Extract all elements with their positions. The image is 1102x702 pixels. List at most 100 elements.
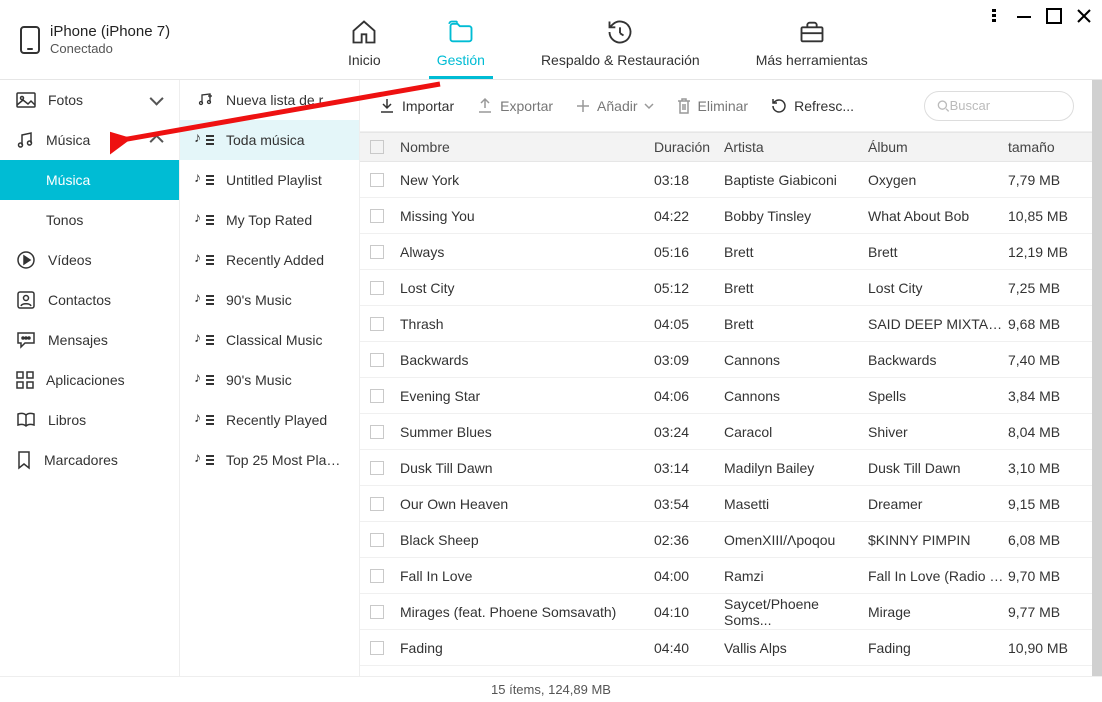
cell-nombre: Evening Star bbox=[396, 388, 654, 404]
row-checkbox[interactable] bbox=[370, 317, 384, 331]
row-checkbox[interactable] bbox=[370, 281, 384, 295]
playlist-item[interactable]: Classical Music bbox=[180, 320, 359, 360]
import-button[interactable]: Importar bbox=[378, 97, 454, 115]
playlist-item[interactable]: Top 25 Most Play... bbox=[180, 440, 359, 480]
table-row[interactable]: Missing You04:22Bobby TinsleyWhat About … bbox=[360, 198, 1092, 234]
tab-herramientas[interactable]: Más herramientas bbox=[748, 0, 876, 79]
delete-button[interactable]: Eliminar bbox=[676, 97, 749, 115]
cell-artista: Caracol bbox=[724, 424, 868, 440]
cell-nombre: Mirages (feat. Phoene Somsavath) bbox=[396, 604, 654, 620]
search-icon bbox=[937, 99, 950, 113]
playlist-item[interactable]: 90's Music bbox=[180, 360, 359, 400]
playlist-item[interactable]: Toda música bbox=[180, 120, 359, 160]
table-row[interactable]: Evening Star04:06CannonsSpells3,84 MB bbox=[360, 378, 1092, 414]
row-checkbox[interactable] bbox=[370, 353, 384, 367]
sidebar-sub-musica[interactable]: Música bbox=[0, 160, 179, 200]
cell-album: Brett bbox=[868, 244, 1008, 260]
row-checkbox[interactable] bbox=[370, 569, 384, 583]
row-checkbox[interactable] bbox=[370, 605, 384, 619]
cell-album: Mirage bbox=[868, 604, 1008, 620]
playlist-item[interactable]: Untitled Playlist bbox=[180, 160, 359, 200]
sidebar-item-libros[interactable]: Libros bbox=[0, 400, 179, 440]
tab-respaldo[interactable]: Respaldo & Restauración bbox=[533, 0, 708, 79]
cell-album: Backwards bbox=[868, 352, 1008, 368]
column-duracion[interactable]: Duración bbox=[654, 139, 724, 155]
cell-tamano: 9,68 MB bbox=[1008, 316, 1082, 332]
close-button[interactable] bbox=[1076, 8, 1092, 24]
tab-inicio[interactable]: Inicio bbox=[340, 0, 389, 79]
playlist-item[interactable]: Recently Added bbox=[180, 240, 359, 280]
cell-duracion: 03:09 bbox=[654, 352, 724, 368]
scrollbar[interactable] bbox=[1092, 80, 1102, 676]
cell-album: What About Bob bbox=[868, 208, 1008, 224]
table-row[interactable]: Black Sheep02:36OmenXIII/Λpoqou$KINNY PI… bbox=[360, 522, 1092, 558]
table-row[interactable]: Dusk Till Dawn03:14Madilyn BaileyDusk Ti… bbox=[360, 450, 1092, 486]
add-button[interactable]: Añadir bbox=[575, 98, 653, 114]
table-row[interactable]: Fall In Love04:00RamziFall In Love (Radi… bbox=[360, 558, 1092, 594]
sidebar-item-aplicaciones[interactable]: Aplicaciones bbox=[0, 360, 179, 400]
cell-duracion: 04:00 bbox=[654, 568, 724, 584]
cell-tamano: 9,77 MB bbox=[1008, 604, 1082, 620]
sidebar-item-contactos[interactable]: Contactos bbox=[0, 280, 179, 320]
table-row[interactable]: New York03:18Baptiste GiabiconiOxygen7,7… bbox=[360, 162, 1092, 198]
select-all-checkbox[interactable] bbox=[370, 140, 384, 154]
sidebar-item-fotos[interactable]: Fotos bbox=[0, 80, 179, 120]
sidebar-item-marcadores[interactable]: Marcadores bbox=[0, 440, 179, 480]
row-checkbox[interactable] bbox=[370, 245, 384, 259]
photos-icon bbox=[16, 92, 36, 108]
cell-tamano: 9,15 MB bbox=[1008, 496, 1082, 512]
videos-icon bbox=[16, 250, 36, 270]
row-checkbox[interactable] bbox=[370, 533, 384, 547]
row-checkbox[interactable] bbox=[370, 497, 384, 511]
search-input[interactable] bbox=[924, 91, 1074, 121]
cell-nombre: Summer Blues bbox=[396, 424, 654, 440]
sidebar-item-musica[interactable]: Música bbox=[0, 120, 179, 160]
export-button[interactable]: Exportar bbox=[476, 97, 553, 115]
playlist-item[interactable]: Nueva lista de repro... bbox=[180, 80, 359, 120]
sidebar-sub-tonos[interactable]: Tonos bbox=[0, 200, 179, 240]
tab-gestion[interactable]: Gestión bbox=[429, 0, 493, 79]
table-row[interactable]: Thrash04:05BrettSAID DEEP MIXTAPE...9,68… bbox=[360, 306, 1092, 342]
table-row[interactable]: Backwards03:09CannonsBackwards7,40 MB bbox=[360, 342, 1092, 378]
playlist-item[interactable]: 90's Music bbox=[180, 280, 359, 320]
bookmarks-icon bbox=[16, 450, 32, 470]
row-checkbox[interactable] bbox=[370, 389, 384, 403]
cell-nombre: Always bbox=[396, 244, 654, 260]
playlist-item[interactable]: Recently Played bbox=[180, 400, 359, 440]
table-row[interactable]: Our Own Heaven03:54MasettiDreamer9,15 MB bbox=[360, 486, 1092, 522]
playlist-label: Top 25 Most Play... bbox=[226, 452, 343, 468]
row-checkbox[interactable] bbox=[370, 641, 384, 655]
table-row[interactable]: Lost City05:12BrettLost City7,25 MB bbox=[360, 270, 1092, 306]
sidebar-item-mensajes[interactable]: Mensajes bbox=[0, 320, 179, 360]
refresh-button[interactable]: Refresc... bbox=[770, 97, 854, 115]
table-row[interactable]: Summer Blues03:24CaracolShiver8,04 MB bbox=[360, 414, 1092, 450]
row-checkbox[interactable] bbox=[370, 209, 384, 223]
cell-nombre: Our Own Heaven bbox=[396, 496, 654, 512]
table-row[interactable]: Mirages (feat. Phoene Somsavath)04:10Say… bbox=[360, 594, 1092, 630]
playlist-item[interactable]: My Top Rated bbox=[180, 200, 359, 240]
row-checkbox[interactable] bbox=[370, 173, 384, 187]
cell-tamano: 10,85 MB bbox=[1008, 208, 1082, 224]
column-artista[interactable]: Artista bbox=[724, 139, 868, 155]
cell-tamano: 6,08 MB bbox=[1008, 532, 1082, 548]
cell-album: Dusk Till Dawn bbox=[868, 460, 1008, 476]
menu-icon[interactable] bbox=[986, 8, 1002, 24]
playlist-label: Classical Music bbox=[226, 332, 322, 348]
cell-artista: Brett bbox=[724, 316, 868, 332]
maximize-button[interactable] bbox=[1046, 8, 1062, 24]
table-row[interactable]: Always05:16BrettBrett12,19 MB bbox=[360, 234, 1092, 270]
cell-artista: Madilyn Bailey bbox=[724, 460, 868, 476]
table-row[interactable]: Fading04:40Vallis AlpsFading10,90 MB bbox=[360, 630, 1092, 666]
column-nombre[interactable]: Nombre bbox=[396, 139, 654, 155]
cell-album: Fading bbox=[868, 640, 1008, 656]
row-checkbox[interactable] bbox=[370, 461, 384, 475]
sidebar-item-videos[interactable]: Vídeos bbox=[0, 240, 179, 280]
column-tamano[interactable]: tamaño bbox=[1008, 139, 1082, 155]
playlist-icon bbox=[196, 253, 214, 267]
row-checkbox[interactable] bbox=[370, 425, 384, 439]
phone-icon bbox=[20, 26, 40, 54]
minimize-button[interactable] bbox=[1016, 8, 1032, 24]
cell-artista: Cannons bbox=[724, 388, 868, 404]
column-album[interactable]: Álbum bbox=[868, 139, 1008, 155]
cell-tamano: 12,19 MB bbox=[1008, 244, 1082, 260]
